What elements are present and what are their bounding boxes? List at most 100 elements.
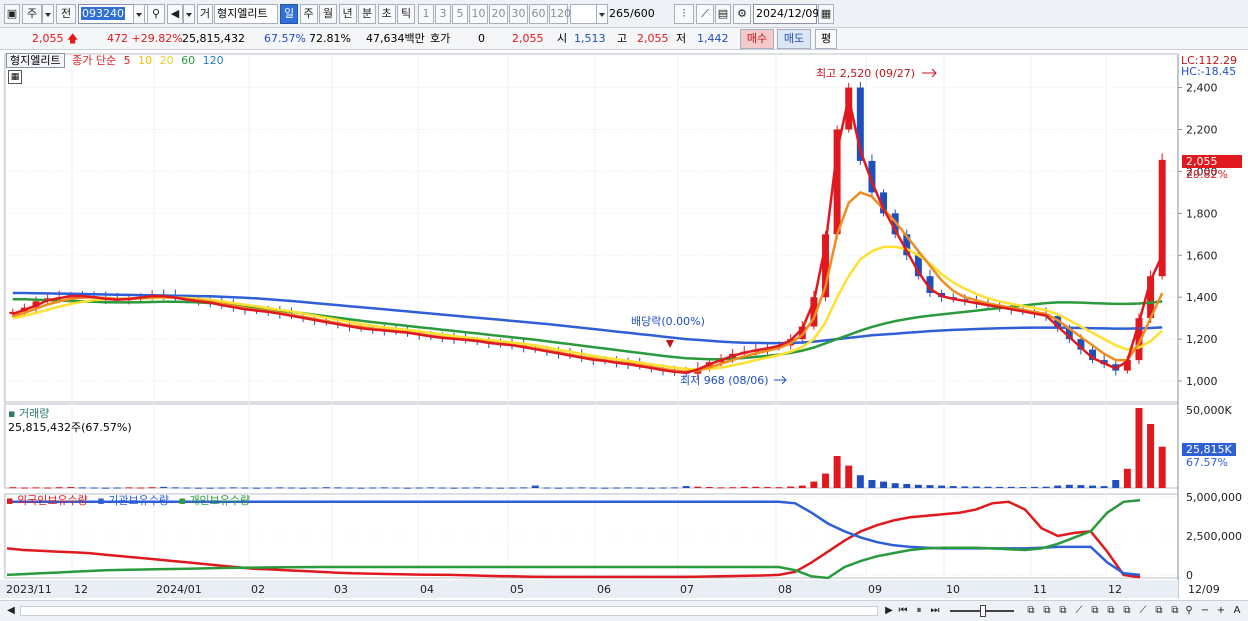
interval-button-7[interactable]: 120 xyxy=(549,4,571,24)
code-dropdown[interactable] xyxy=(133,4,145,24)
volume-bar-10 xyxy=(125,487,133,489)
save-icon[interactable]: ▤ xyxy=(715,4,731,24)
scroll-pause-icon[interactable]: ⏸ xyxy=(912,604,926,618)
bar-count-max: /600 xyxy=(630,7,655,20)
scroll-track[interactable] xyxy=(20,606,878,616)
interval-button-0[interactable]: 1 xyxy=(418,4,434,24)
calendar-icon[interactable]: ▦ xyxy=(818,4,834,24)
volume-bar-9 xyxy=(113,487,121,489)
legend-individual: ▪ 개인보유수량 xyxy=(178,494,251,507)
tab-period-4[interactable]: 분 xyxy=(358,4,376,24)
scroll-left-icon[interactable]: ◀ xyxy=(4,604,18,618)
prev-button[interactable]: 전 xyxy=(56,4,76,24)
volume-bar-56 xyxy=(659,487,667,489)
interval-button-3[interactable]: 10 xyxy=(469,4,488,24)
volume-bar-11 xyxy=(137,487,144,489)
tab-period-6[interactable]: 틱 xyxy=(397,4,415,24)
volume-pane-border xyxy=(4,403,1179,489)
name-button[interactable]: 거 xyxy=(197,4,213,24)
tab-period-1[interactable]: 주 xyxy=(299,4,318,24)
volume-bar-21 xyxy=(253,487,261,489)
x-tick-label-5: 04 xyxy=(420,583,434,596)
eval-button[interactable]: 평 xyxy=(815,29,837,49)
price-legend: 형지엘리트 종가 단순 5 10 20 60 120 xyxy=(6,52,228,68)
tool-icon-1[interactable]: ⧉ xyxy=(1024,604,1038,618)
period-dropdown[interactable] xyxy=(42,4,54,24)
speaker-dropdown[interactable] xyxy=(183,4,195,24)
tab-period-3[interactable]: 년 xyxy=(338,4,357,24)
interval-button-4[interactable]: 20 xyxy=(489,4,508,24)
volume-bar-72 xyxy=(845,465,853,488)
volume-bar-79 xyxy=(926,485,934,488)
font-size-button[interactable]: A xyxy=(1230,604,1244,618)
volume-bar-13 xyxy=(160,486,168,488)
volume-bar-63 xyxy=(740,486,748,488)
tool-icon-6[interactable]: ⧉ xyxy=(1104,604,1118,618)
interval-button-2[interactable]: 5 xyxy=(452,4,468,24)
stock-chart[interactable]: 최고 2,520 (09/27) 최저 968 (08/06) 배당락(0.00%)… xyxy=(0,50,1248,600)
volume-bar-48 xyxy=(566,487,574,489)
volume-bar-83 xyxy=(972,486,980,488)
date-input[interactable]: 2024/12/09 xyxy=(753,4,819,24)
interval-dropdown[interactable] xyxy=(596,4,608,24)
volume-bar-34 xyxy=(404,487,412,489)
interval-button-5[interactable]: 30 xyxy=(509,4,528,24)
current-price-value: 2,055 xyxy=(32,32,64,45)
search-icon[interactable]: ⚲ xyxy=(147,4,165,24)
tab-period-2[interactable]: 월 xyxy=(319,4,337,24)
volume-bar-57 xyxy=(671,487,679,489)
tool-icon-2[interactable]: ⧉ xyxy=(1040,604,1054,618)
tool-icon-5[interactable]: ⧉ xyxy=(1088,604,1102,618)
volume-bar-67 xyxy=(787,486,795,488)
volume-last-label: 25,815K xyxy=(1186,443,1232,456)
volume-bar-33 xyxy=(392,487,400,489)
volume-bar-92 xyxy=(1077,485,1085,488)
zoom-search-icon[interactable]: ⚲ xyxy=(1182,604,1196,618)
tool-icon-9[interactable]: ⧉ xyxy=(1152,604,1166,618)
volume-bar-84 xyxy=(984,486,992,488)
draw-tool-icon[interactable]: ⟋ xyxy=(696,4,714,24)
chart-area[interactable]: 최고 2,520 (09/27) 최저 968 (08/06) 배당락(0.00%)… xyxy=(0,50,1248,600)
gear-icon[interactable]: ⚙ xyxy=(733,4,751,24)
dividend-marker-icon xyxy=(666,340,674,348)
period-select[interactable]: 주 xyxy=(22,4,42,24)
x-tick-label-14: 12/09 xyxy=(1188,583,1220,596)
hc-label: HC:-18.45 xyxy=(1181,65,1236,78)
speaker-icon[interactable]: ◀ xyxy=(167,4,183,24)
tool-icon-7[interactable]: ⧉ xyxy=(1120,604,1134,618)
scrollbar[interactable]: ◀ ▶ ⏮ ⏸ ⏭ ⧉ ⧉ ⧉ ⟋ ⧉ ⧉ ⧉ ⟋ ⧉ ⧉ ⚲ − + A xyxy=(0,600,1248,621)
volume-bar-17 xyxy=(206,487,214,489)
tab-period-5[interactable]: 초 xyxy=(377,4,396,24)
scroll-last-icon[interactable]: ⏭ xyxy=(928,604,942,618)
tool-icon-3[interactable]: ⧉ xyxy=(1056,604,1070,618)
scroll-first-icon[interactable]: ⏮ xyxy=(896,604,910,618)
layout-icon[interactable]: ▣ xyxy=(4,4,20,24)
tool-icon-8[interactable]: ⟋ xyxy=(1136,604,1150,618)
price-tick-label-4: 1,800 xyxy=(1186,207,1218,220)
volume-bar-12 xyxy=(148,487,156,489)
candle-type-icon[interactable]: ⫶ xyxy=(674,4,694,24)
sell-button[interactable]: 매도 xyxy=(777,29,811,49)
tool-icon-4[interactable]: ⟋ xyxy=(1072,604,1086,618)
legend-stock-name[interactable]: 형지엘리트 xyxy=(6,53,65,68)
volume-ratio: 67.57% xyxy=(264,32,306,45)
grid-toggle-icon[interactable]: ▦ xyxy=(8,70,22,84)
volume-bar-82 xyxy=(961,486,969,488)
zoom-minus-button[interactable]: − xyxy=(1198,604,1212,618)
tool-icon-10[interactable]: ⧉ xyxy=(1168,604,1182,618)
interval-button-6[interactable]: 60 xyxy=(529,4,548,24)
tab-period-0[interactable]: 일 xyxy=(280,4,298,24)
x-tick-label-4: 03 xyxy=(334,583,348,596)
volume-bar-46 xyxy=(543,487,551,489)
scroll-right-icon[interactable]: ▶ xyxy=(882,604,896,618)
interval-button-1[interactable]: 3 xyxy=(435,4,451,24)
low-label: 저 xyxy=(676,32,687,45)
high-label: 고 xyxy=(617,32,628,45)
interval-input[interactable] xyxy=(570,4,598,24)
volume-bar-91 xyxy=(1065,484,1073,488)
buy-button[interactable]: 매수 xyxy=(740,29,774,49)
zoom-plus-button[interactable]: + xyxy=(1214,604,1228,618)
change-pct: +29.82% xyxy=(131,32,183,45)
zoom-slider-handle[interactable] xyxy=(980,605,986,617)
volume-bar-24 xyxy=(287,487,295,489)
